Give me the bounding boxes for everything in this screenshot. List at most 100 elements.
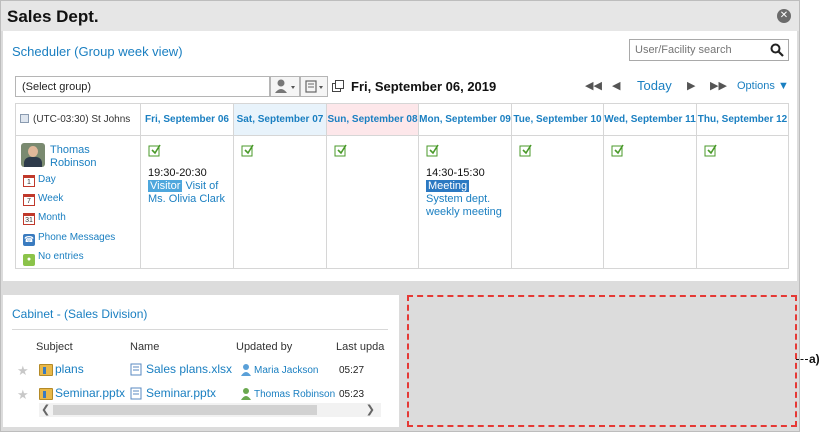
column-updated-by[interactable]: Updated by (236, 341, 292, 353)
scrollbar-thumb[interactable] (53, 405, 317, 415)
cabinet-title[interactable]: Cabinet - (Sales Division) (12, 307, 147, 321)
day-cell-sun[interactable] (326, 135, 419, 269)
today-button[interactable]: Today (637, 78, 672, 93)
options-menu[interactable]: Options ▼ (737, 80, 789, 92)
subject-link[interactable]: Seminar.pptx (55, 386, 125, 400)
day-header-fri[interactable]: Fri, September 06 (140, 103, 234, 136)
column-last-update[interactable]: Last upda (336, 341, 384, 353)
star-icon[interactable]: ★ (17, 387, 29, 403)
event-mon[interactable]: 14:30-15:30 Meeting System dept. weekly … (426, 167, 504, 219)
calendar-month-icon: 31 (23, 213, 35, 225)
timezone-header: (UTC-03:30) St Johns (15, 103, 141, 136)
updated-by-link[interactable]: Thomas Robinson (254, 389, 335, 400)
callout-line (796, 359, 808, 360)
next-week-button[interactable]: ▶▶ (710, 79, 727, 92)
last-update-time: 05:27 (339, 365, 365, 376)
folder-icon (39, 364, 53, 376)
day-header-sun[interactable]: Sun, September 08 (326, 103, 419, 136)
group-select[interactable]: (Select group) (15, 76, 270, 97)
horizontal-scrollbar[interactable]: ❮ ❯ (39, 403, 381, 417)
search-input[interactable] (630, 40, 768, 60)
add-appointment-icon[interactable] (426, 144, 439, 157)
day-cell-fri[interactable]: 19:30-20:30 Visitor Visit of Ms. Olivia … (140, 135, 234, 269)
cabinet-panel: Cabinet - (Sales Division) Subject Name … (3, 295, 399, 427)
updated-by-link[interactable]: Maria Jackson (254, 365, 318, 376)
phone-icon: ☎ (23, 234, 35, 246)
month-view-label: Month (38, 212, 66, 223)
add-appointment-icon[interactable] (704, 144, 717, 157)
current-date: Fri, September 06, 2019 (351, 79, 497, 94)
day-cell-tue[interactable] (511, 135, 604, 269)
day-header-mon[interactable]: Mon, September 09 (418, 103, 512, 136)
add-appointment-icon[interactable] (611, 144, 624, 157)
column-name[interactable]: Name (130, 341, 159, 353)
chevron-right-icon: ▶ (687, 80, 696, 92)
star-icon[interactable]: ★ (17, 363, 29, 379)
user-cell: Thomas Robinson 1 Day 7 Week 31 Month ☎ Phon… (15, 135, 141, 269)
scheduler-toolbar: (Select group) Fri, September 06, 2019 ◀… (15, 76, 795, 98)
week-view-link[interactable]: 7 Week (23, 193, 63, 206)
column-subject[interactable]: Subject (36, 341, 73, 353)
caret-down-icon: ▼ (777, 80, 789, 92)
prev-week-button[interactable]: ◀◀ (585, 79, 602, 92)
day-header-sat[interactable]: Sat, September 07 (233, 103, 327, 136)
search-icon[interactable] (770, 43, 784, 57)
facility-select-button[interactable] (300, 76, 328, 97)
phone-messages-link[interactable]: ☎ Phone Messages (23, 232, 115, 246)
user-select-button[interactable] (270, 76, 300, 97)
empty-portlet-area (407, 295, 797, 427)
day-header-thu[interactable]: Thu, September 12 (696, 103, 789, 136)
event-title[interactable]: System dept. weekly meeting (426, 193, 502, 218)
timezone-icon (20, 114, 29, 123)
double-chevron-left-icon: ◀◀ (585, 80, 602, 92)
table-row: ★ plans Sales plans.xlsx Maria Jackson 0… (3, 361, 399, 381)
status-icon: ● (23, 254, 35, 266)
day-view-link[interactable]: 1 Day (23, 174, 56, 187)
day-header-row: (UTC-03:30) St Johns Fri, September 06 S… (15, 103, 789, 136)
user-name[interactable]: Thomas Robinson (50, 144, 130, 170)
subject-link[interactable]: plans (55, 362, 84, 376)
options-label: Options (737, 80, 775, 92)
chevron-right-icon[interactable]: ❯ (366, 403, 375, 416)
scheduler-panel: Scheduler (Group week view) (Select grou… (3, 31, 797, 281)
day-header-tue[interactable]: Tue, September 10 (511, 103, 604, 136)
last-update-time: 05:23 (339, 389, 365, 400)
next-day-button[interactable]: ▶ (687, 79, 695, 92)
no-entries-link[interactable]: ● No entries (23, 251, 84, 266)
file-name-link[interactable]: Seminar.pptx (146, 386, 216, 400)
no-entries-label: No entries (38, 251, 84, 262)
add-appointment-icon[interactable] (519, 144, 532, 157)
file-name-link[interactable]: Sales plans.xlsx (146, 362, 232, 376)
chevron-left-icon: ◀ (612, 80, 621, 92)
day-header-wed[interactable]: Wed, September 11 (603, 103, 697, 136)
day-cell-mon[interactable]: 14:30-15:30 Meeting System dept. weekly … (418, 135, 512, 269)
table-row: ★ Seminar.pptx Seminar.pptx Thomas Robin… (3, 385, 399, 405)
add-appointment-icon[interactable] (148, 144, 161, 157)
chevron-left-icon[interactable]: ❮ (41, 403, 50, 416)
month-view-link[interactable]: 31 Month (23, 212, 66, 225)
day-cell-thu[interactable] (696, 135, 789, 269)
double-chevron-right-icon: ▶▶ (710, 80, 727, 92)
user-row: Thomas Robinson 1 Day 7 Week 31 Month ☎ Phon… (15, 135, 789, 269)
event-fri[interactable]: 19:30-20:30 Visitor Visit of Ms. Olivia … (148, 167, 226, 206)
event-time: 19:30-20:30 (148, 167, 207, 179)
facility-icon (305, 80, 323, 93)
file-icon (130, 363, 142, 376)
phone-messages-label: Phone Messages (38, 232, 116, 243)
event-tag-meeting: Meeting (426, 180, 470, 192)
add-appointment-icon[interactable] (334, 144, 347, 157)
page-title: Sales Dept. (7, 7, 99, 26)
week-view-label: Week (38, 193, 64, 204)
popout-icon[interactable] (332, 80, 344, 92)
scheduler-title[interactable]: Scheduler (Group week view) (12, 44, 183, 59)
calendar-day-icon: 1 (23, 175, 35, 187)
event-time: 14:30-15:30 (426, 167, 485, 179)
close-button[interactable]: ✕ (777, 9, 791, 23)
prev-day-button[interactable]: ◀ (612, 79, 620, 92)
add-appointment-icon[interactable] (241, 144, 254, 157)
day-cell-sat[interactable] (233, 135, 327, 269)
timezone-label: (UTC-03:30) St Johns (33, 114, 131, 125)
day-cell-wed[interactable] (603, 135, 697, 269)
user-icon (241, 364, 251, 376)
app-window: Sales Dept. ✕ Scheduler (Group week view… (0, 0, 800, 432)
